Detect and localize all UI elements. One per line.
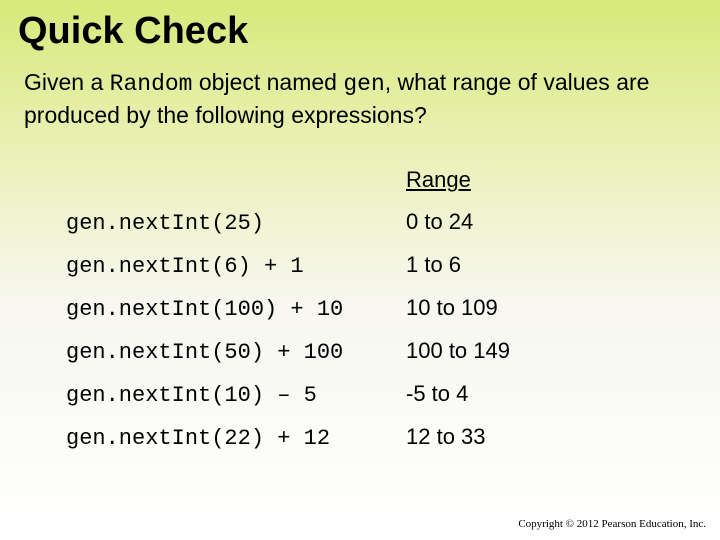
table-header-row: Range xyxy=(66,159,626,201)
expr-cell: gen.nextInt(25) xyxy=(66,201,406,244)
table-row: gen.nextInt(50) + 100 100 to 149 xyxy=(66,330,626,373)
question-part1: Given a xyxy=(24,69,110,95)
code-random: Random xyxy=(110,71,193,97)
range-cell: -5 to 4 xyxy=(406,373,626,416)
table-row: gen.nextInt(100) + 10 10 to 109 xyxy=(66,287,626,330)
expr-cell: gen.nextInt(6) + 1 xyxy=(66,244,406,287)
range-cell: 1 to 6 xyxy=(406,244,626,287)
table-row: gen.nextInt(6) + 1 1 to 6 xyxy=(66,244,626,287)
slide-title: Quick Check xyxy=(0,0,720,53)
question-part2: object named xyxy=(192,69,343,95)
table-row: gen.nextInt(22) + 12 12 to 33 xyxy=(66,416,626,459)
table-row: gen.nextInt(25) 0 to 24 xyxy=(66,201,626,244)
expression-table: Range gen.nextInt(25) 0 to 24 gen.nextIn… xyxy=(0,131,720,459)
expr-cell: gen.nextInt(10) – 5 xyxy=(66,373,406,416)
range-cell: 12 to 33 xyxy=(406,416,626,459)
range-cell: 0 to 24 xyxy=(406,201,626,244)
expr-cell: gen.nextInt(100) + 10 xyxy=(66,287,406,330)
code-gen: gen xyxy=(343,71,384,97)
expr-cell: gen.nextInt(22) + 12 xyxy=(66,416,406,459)
question-text: Given a Random object named gen, what ra… xyxy=(0,53,720,131)
table-row: gen.nextInt(10) – 5 -5 to 4 xyxy=(66,373,626,416)
expr-cell: gen.nextInt(50) + 100 xyxy=(66,330,406,373)
copyright-text: Copyright © 2012 Pearson Education, Inc. xyxy=(518,518,706,530)
range-cell: 100 to 149 xyxy=(406,330,626,373)
range-cell: 10 to 109 xyxy=(406,287,626,330)
header-empty xyxy=(66,159,406,201)
range-header: Range xyxy=(406,167,471,192)
